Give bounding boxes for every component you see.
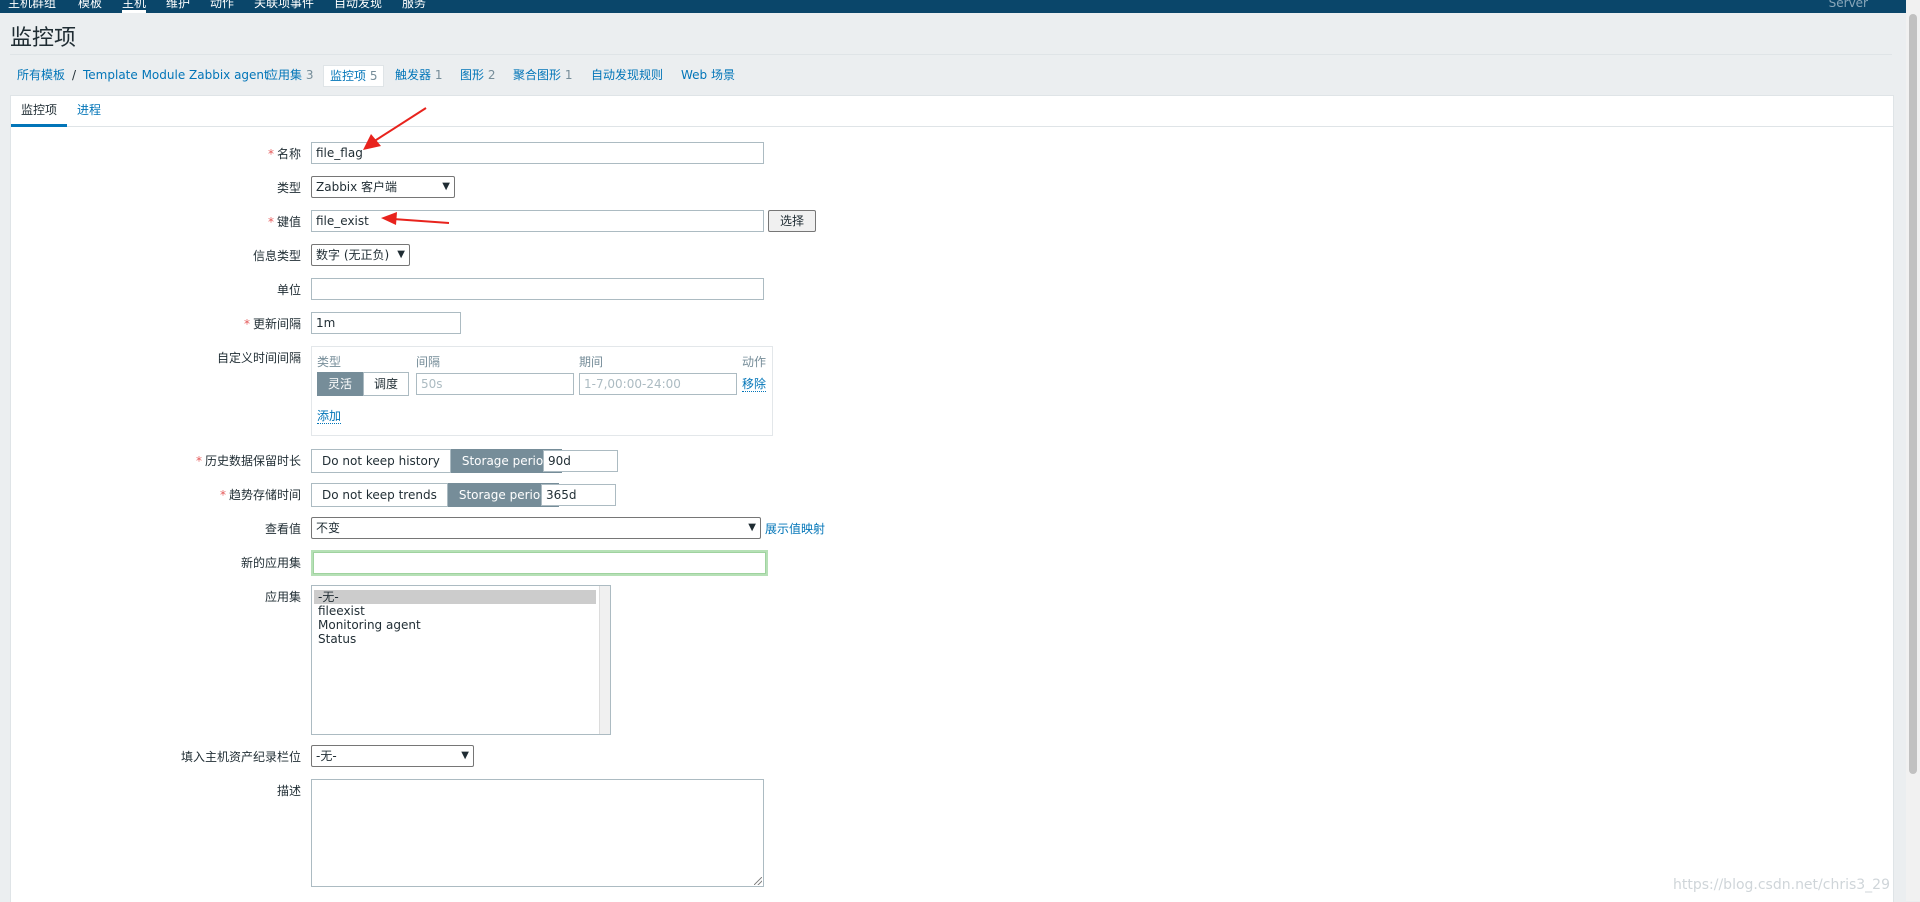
custom-intervals-col-type: 类型 — [317, 355, 342, 369]
chevron-down-icon: ▼ — [397, 249, 405, 260]
tab-process[interactable]: 进程 — [67, 96, 111, 124]
key-select-button[interactable]: 选择 — [768, 210, 816, 232]
resize-grip-icon[interactable] — [754, 877, 762, 885]
trends-label: * 趋势存储时间 — [219, 488, 301, 502]
show-value-select-value: 不变 — [316, 521, 341, 535]
chevron-down-icon: ▼ — [442, 181, 450, 192]
show-value-select[interactable]: 不变 ▼ — [311, 517, 761, 539]
user-label[interactable]: Server — [1829, 0, 1868, 10]
name-label: * 名称 — [267, 147, 301, 161]
breadcrumb-discovery-rules[interactable]: 自动发现规则 — [591, 64, 663, 86]
update-interval-label: * 更新间隔 — [243, 317, 301, 331]
history-period-input[interactable]: 90d — [543, 450, 618, 472]
nav-item-discovery[interactable]: 自动发现 — [334, 0, 382, 10]
description-label: 描述 — [276, 784, 301, 798]
nav-item-templates[interactable]: 模板 — [78, 0, 102, 10]
form-tabs: 监控项 进程 — [11, 96, 1893, 127]
application-option-status[interactable]: Status — [314, 632, 596, 646]
trends-storage-toggle: Do not keep trends Storage period — [311, 483, 559, 507]
breadcrumb-screens-label: 聚合图形 — [513, 68, 562, 82]
annotation-arrow-icon — [363, 107, 427, 150]
nav-item-services[interactable]: 服务 — [402, 0, 426, 10]
breadcrumb-template[interactable]: Template Module Zabbix agent — [83, 64, 269, 86]
breadcrumb-triggers-label: 触发器 — [395, 68, 432, 82]
custom-intervals-col-action: 动作 — [742, 355, 767, 369]
info-type-label: 信息类型 — [252, 249, 301, 263]
interval-type-scheduling[interactable]: 调度 — [363, 372, 410, 396]
breadcrumb-applications-count: 3 — [305, 68, 314, 82]
history-do-not-keep-option[interactable]: Do not keep history — [311, 449, 451, 473]
page-title: 监控项 — [10, 26, 77, 51]
show-value-label: 查看值 — [264, 522, 301, 536]
history-label: * 历史数据保留时长 — [195, 454, 301, 468]
inventory-field-select-value: -无- — [316, 749, 337, 763]
breadcrumb-screens-count: 1 — [564, 68, 573, 82]
chevron-down-icon: ▼ — [748, 522, 756, 533]
trends-do-not-keep-option[interactable]: Do not keep trends — [311, 483, 448, 507]
custom-intervals-label: 自定义时间间隔 — [216, 351, 301, 365]
nav-item-event-correlation[interactable]: 关联项事件 — [254, 0, 314, 10]
annotation-arrow-icon — [381, 212, 450, 225]
info-type-select-value: 数字 (无正负) — [316, 248, 390, 262]
key-label: * 键值 — [267, 215, 301, 229]
page-scrollbar[interactable] — [1906, 0, 1920, 901]
nav-item-actions[interactable]: 动作 — [210, 0, 234, 10]
breadcrumb-graphs[interactable]: 图形 2 — [460, 64, 495, 86]
page-scrollbar-thumb[interactable] — [1909, 14, 1917, 774]
breadcrumb-items-label: 监控项 — [330, 69, 367, 83]
interval-type-flexible[interactable]: 灵活 — [317, 372, 364, 396]
breadcrumb-graphs-count: 2 — [487, 68, 496, 82]
breadcrumb-web-scenarios[interactable]: Web 场景 — [681, 64, 735, 86]
application-option-monitoring-agent[interactable]: Monitoring agent — [314, 618, 596, 632]
custom-interval-input[interactable]: 50s — [416, 373, 574, 395]
breadcrumb-triggers-count: 1 — [434, 68, 443, 82]
add-interval-link[interactable]: 添加 — [317, 409, 342, 424]
custom-intervals-table: 类型 间隔 期间 动作 灵活 调度 50s 1-7,00:00-24:00 移除… — [311, 346, 773, 436]
application-option-fileexist[interactable]: fileexist — [314, 604, 596, 618]
remove-interval-link[interactable]: 移除 — [742, 377, 767, 392]
applications-listbox-scrollbar[interactable] — [599, 586, 610, 734]
item-form-panel: 监控项 进程 * 名称 file_flag 类型 Zabbix 客户端 ▼ * 键值 … — [10, 95, 1894, 902]
show-value-mappings-link[interactable]: 展示值映射 — [765, 522, 825, 536]
nav-item-host-groups[interactable]: 主机群组 — [8, 0, 56, 10]
interval-type-toggle: 灵活 调度 — [317, 372, 410, 396]
application-option-none[interactable]: -无- — [314, 590, 596, 604]
type-select-value: Zabbix 客户端 — [316, 180, 398, 194]
new-application-input[interactable] — [311, 550, 768, 576]
watermark: https://blog.csdn.net/chris3_29 — [1673, 877, 1890, 893]
breadcrumb-all-templates[interactable]: 所有模板 — [17, 64, 65, 86]
applications-listbox[interactable]: -无- fileexist Monitoring agent Status — [311, 585, 611, 735]
history-storage-toggle: Do not keep history Storage period — [311, 449, 562, 473]
breadcrumb-items[interactable]: 监控项 5 — [323, 65, 385, 87]
nav-item-hosts[interactable]: 主机 — [122, 0, 147, 13]
title-divider — [10, 54, 1892, 55]
breadcrumb-applications-label: 应用集 — [266, 68, 303, 82]
breadcrumb-applications[interactable]: 应用集 3 — [266, 64, 313, 86]
trends-period-input[interactable]: 365d — [541, 484, 616, 506]
nav-item-maintenance[interactable]: 维护 — [166, 0, 190, 10]
breadcrumb-graphs-label: 图形 — [460, 68, 485, 82]
info-type-select[interactable]: 数字 (无正负) ▼ — [311, 244, 410, 266]
custom-intervals-col-interval: 间隔 — [416, 355, 441, 369]
units-label: 单位 — [276, 283, 301, 297]
breadcrumb-items-count: 5 — [369, 69, 378, 83]
inventory-field-select[interactable]: -无- ▼ — [311, 745, 474, 767]
custom-period-input[interactable]: 1-7,00:00-24:00 — [579, 373, 737, 395]
chevron-down-icon: ▼ — [461, 750, 469, 761]
tab-item[interactable]: 监控项 — [11, 96, 68, 127]
new-application-label: 新的应用集 — [240, 556, 301, 570]
inventory-field-label: 填入主机资产纪录栏位 — [180, 750, 301, 764]
breadcrumb-screens[interactable]: 聚合图形 1 — [513, 64, 572, 86]
type-select[interactable]: Zabbix 客户端 ▼ — [311, 176, 455, 198]
update-interval-input[interactable]: 1m — [311, 312, 461, 334]
top-navigation-bar: 主机群组 模板 主机 维护 动作 关联项事件 自动发现 服务 Server — [0, 0, 1920, 13]
custom-intervals-col-period: 期间 — [579, 355, 604, 369]
units-input[interactable] — [311, 278, 764, 300]
description-textarea[interactable] — [311, 779, 764, 887]
breadcrumb-separator: / — [72, 68, 77, 82]
breadcrumb-triggers[interactable]: 触发器 1 — [395, 64, 442, 86]
type-label: 类型 — [276, 181, 301, 195]
applications-label: 应用集 — [264, 590, 301, 604]
